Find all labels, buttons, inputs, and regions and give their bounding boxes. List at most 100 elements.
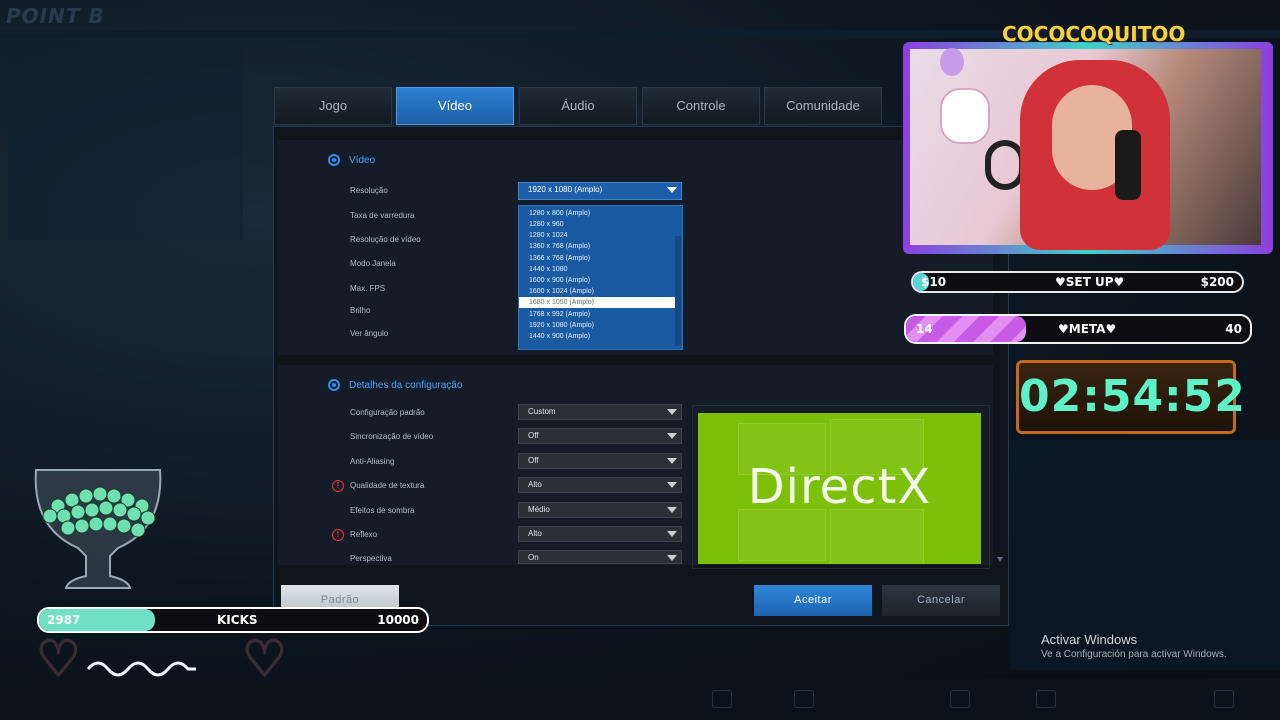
windows-activation-watermark: Activar Windows Ve a Configuración para … <box>1041 632 1227 660</box>
resolution-select[interactable]: 1920 x 1080 (Amplo) <box>518 182 682 200</box>
tab-comunidade[interactable]: Comunidade <box>764 87 882 125</box>
kicks-bar: 2987 KICKS 10000 <box>37 607 429 633</box>
chart-icon[interactable] <box>794 690 814 708</box>
dropdown-option[interactable]: 1280 x 800 (Amplo) <box>519 208 675 219</box>
label-config-padrao: Configuração padrão <box>350 408 425 417</box>
kicks-target: 10000 <box>377 613 419 627</box>
dropdown-option[interactable]: 1440 x 1080 <box>519 264 675 275</box>
resolution-dropdown[interactable]: 1280 x 800 (Amplo) 1280 x 960 1280 x 102… <box>518 205 683 350</box>
video-section-icon <box>328 154 340 166</box>
chevron-down-icon <box>667 531 677 537</box>
label-reflexo: Reflexo <box>350 530 378 539</box>
label-qualidade-textura: Qualidade de textura <box>350 481 425 490</box>
label-anti-aliasing: Anti-Aliasing <box>350 457 395 466</box>
config-section-icon <box>328 379 340 391</box>
gear-icon[interactable] <box>1214 690 1234 708</box>
anti-aliasing-select[interactable]: Off <box>518 453 682 469</box>
label-taxa-varredura: Taxa de varredura <box>350 211 415 220</box>
label-perspectiva: Perspectiva <box>350 554 392 563</box>
tab-jogo[interactable]: Jogo <box>274 87 392 125</box>
dropdown-option[interactable]: 1280 x 960 <box>519 219 675 230</box>
gift-icon[interactable] <box>1036 690 1056 708</box>
chevron-down-icon <box>667 482 677 488</box>
settings-tabs: Jogo Vídeo Áudio Controle Comunidade <box>274 87 886 125</box>
basket-icon[interactable] <box>712 690 732 708</box>
heart-outline-icon: ♡ <box>35 630 82 688</box>
label-efeitos-sombra: Efeitos de sombra <box>350 506 415 515</box>
meta-goal-bar: 14 ♥META♥ 40 <box>904 314 1252 344</box>
sincronizacao-value: Off <box>528 431 539 440</box>
dropdown-scrollbar[interactable] <box>675 236 681 346</box>
label-resolucao-video: Resolução de vídeo <box>350 235 421 244</box>
warning-icon: ! <box>332 480 344 492</box>
setup-goal-target: $200 <box>1200 275 1234 289</box>
streamer-name: COCOCOQUITOO <box>1002 22 1185 46</box>
warning-icon: ! <box>332 529 344 541</box>
balloon-decoration <box>940 48 964 76</box>
setup-goal-current: $10 <box>921 275 947 289</box>
activation-title: Activar Windows <box>1041 632 1138 647</box>
dropdown-option[interactable]: 1920 x 1080 (Amplo) <box>519 320 675 331</box>
video-section-title: Vídeo <box>349 155 376 166</box>
dropdown-option[interactable]: 1280 x 1024 <box>519 230 675 241</box>
dropdown-option[interactable]: 1440 x 900 (Amplo) <box>519 331 675 342</box>
cancel-button[interactable]: Cancelar <box>882 585 1000 616</box>
kicks-current: 2987 <box>47 613 81 627</box>
qualidade-textura-select[interactable]: Alto <box>518 477 682 493</box>
setup-goal-label: ♥SET UP♥ <box>1055 275 1125 289</box>
game-logo: POINT B <box>6 4 105 28</box>
tab-controle[interactable]: Controle <box>642 87 760 125</box>
setup-goal-bar: $10 ♥SET UP♥ $200 <box>911 271 1244 293</box>
directx-preview: DirectX <box>698 413 981 564</box>
resolution-select-value: 1920 x 1080 (Amplo) <box>528 185 603 194</box>
chevron-down-icon <box>667 507 677 513</box>
chevron-down-icon <box>667 458 677 464</box>
windows-logo-pane <box>738 509 826 561</box>
dropdown-option-highlighted[interactable]: 1680 x 1050 (Amplo) <box>519 297 675 308</box>
scroll-down-icon[interactable] <box>997 557 1003 562</box>
anti-aliasing-value: Off <box>528 456 539 465</box>
tab-audio[interactable]: Áudio <box>519 87 637 125</box>
chevron-down-icon <box>667 409 677 415</box>
dropdown-option[interactable]: 1360 x 768 (Amplo) <box>519 241 675 252</box>
label-sincronizacao: Sincronização de vídeo <box>350 432 434 441</box>
dropdown-option[interactable]: 1768 x 992 (Amplo) <box>519 309 675 320</box>
meta-goal-target: 40 <box>1225 322 1242 336</box>
chevron-down-icon <box>667 187 677 193</box>
chevron-down-icon <box>667 555 677 561</box>
config-section-title: Detalhes da configuração <box>349 380 463 391</box>
dropdown-option[interactable]: 1366 x 768 (Amplo) <box>519 253 675 264</box>
background-taskbar <box>0 678 1280 720</box>
streamer-name-text: COCOCOQUITOO <box>1002 22 1186 46</box>
perspectiva-select[interactable]: On <box>518 550 682 564</box>
efeitos-sombra-select[interactable]: Médio <box>518 502 682 518</box>
card-icon[interactable] <box>950 690 970 708</box>
config-padrao-value: Custom <box>528 407 556 416</box>
perspectiva-value: On <box>528 553 539 562</box>
headphones-icon <box>985 140 1025 190</box>
activation-subtitle: Ve a Configuración para activar Windows. <box>1041 649 1227 660</box>
windows-logo-pane <box>830 509 924 564</box>
microphone-icon <box>1115 130 1141 200</box>
heart-outline-icon: ♡ <box>241 630 288 688</box>
background-sidebar <box>8 40 243 240</box>
sincronizacao-select[interactable]: Off <box>518 428 682 444</box>
efeitos-sombra-value: Médio <box>528 505 550 514</box>
label-max-fps: Max. FPS <box>350 284 386 293</box>
reflexo-select[interactable]: Alto <box>518 526 682 542</box>
chevron-down-icon <box>667 433 677 439</box>
config-padrao-select[interactable]: Custom <box>518 404 682 420</box>
meta-goal-current: 14 <box>916 322 933 336</box>
accept-button[interactable]: Aceitar <box>754 585 872 616</box>
tab-video[interactable]: Vídeo <box>396 87 514 125</box>
marble-glass <box>34 469 162 589</box>
label-ver-angulo: Ver ângulo <box>350 329 389 338</box>
label-resolucao: Resolução <box>350 186 388 195</box>
heartbeat-line <box>86 661 196 677</box>
label-brilho: Brilho <box>350 306 371 315</box>
qualidade-textura-value: Alto <box>528 480 542 489</box>
reflexo-value: Alto <box>528 529 542 538</box>
dropdown-option[interactable]: 1600 x 900 (Amplo) <box>519 275 675 286</box>
label-modo-janela: Modo Janela <box>350 259 396 268</box>
dropdown-option[interactable]: 1600 x 1024 (Amplo) <box>519 286 675 297</box>
